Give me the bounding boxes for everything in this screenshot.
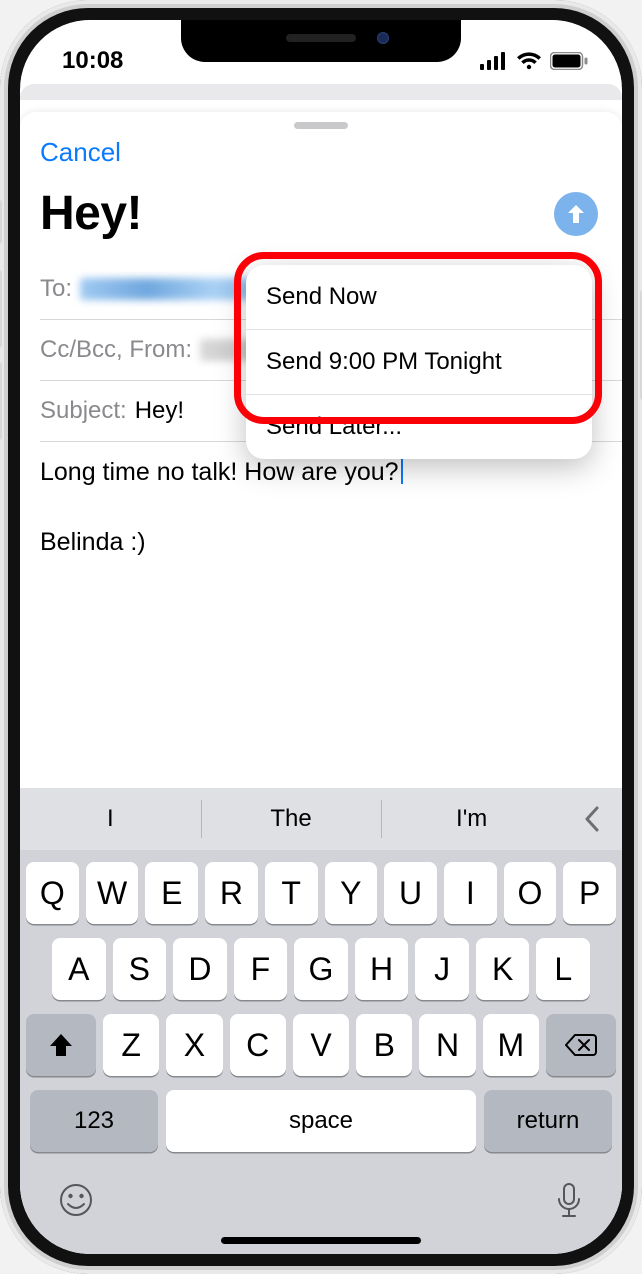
key-j[interactable]: J bbox=[415, 938, 469, 1000]
key-row-2: A S D F G H J K L bbox=[26, 938, 616, 1000]
device-frame: 10:08 Cancel Hey! To: bbox=[0, 0, 642, 1274]
cancel-button[interactable]: Cancel bbox=[40, 137, 121, 168]
key-u[interactable]: U bbox=[384, 862, 437, 924]
chevron-left-icon bbox=[583, 806, 601, 832]
key-o[interactable]: O bbox=[504, 862, 557, 924]
return-key[interactable]: return bbox=[484, 1090, 612, 1152]
key-b[interactable]: B bbox=[356, 1014, 412, 1076]
key-m[interactable]: M bbox=[483, 1014, 539, 1076]
predictive-row: I The I'm bbox=[20, 788, 622, 850]
send-options-menu: Send Now Send 9:00 PM Tonight Send Later… bbox=[246, 265, 592, 459]
collapse-predictions-button[interactable] bbox=[562, 788, 622, 850]
key-v[interactable]: V bbox=[293, 1014, 349, 1076]
key-row-3: Z X C V B N M bbox=[26, 1014, 616, 1076]
numeric-key[interactable]: 123 bbox=[30, 1090, 158, 1152]
backspace-key[interactable] bbox=[546, 1014, 616, 1076]
key-n[interactable]: N bbox=[419, 1014, 475, 1076]
compose-sheet: Cancel Hey! To: Cc/Bcc, From: Subjec bbox=[20, 112, 622, 1254]
mute-switch bbox=[0, 200, 2, 244]
backspace-icon bbox=[565, 1033, 597, 1057]
sheet-backdrop bbox=[20, 84, 622, 100]
key-s[interactable]: S bbox=[113, 938, 167, 1000]
microphone-icon bbox=[554, 1182, 584, 1220]
prediction-1[interactable]: I bbox=[20, 788, 201, 850]
notch bbox=[181, 20, 461, 62]
keyboard-footer bbox=[20, 1166, 622, 1224]
dictation-button[interactable] bbox=[554, 1182, 584, 1220]
key-e[interactable]: E bbox=[145, 862, 198, 924]
wifi-icon bbox=[516, 52, 542, 70]
key-w[interactable]: W bbox=[86, 862, 139, 924]
key-h[interactable]: H bbox=[355, 938, 409, 1000]
key-r[interactable]: R bbox=[205, 862, 258, 924]
menu-item-send-now[interactable]: Send Now bbox=[246, 265, 592, 330]
key-x[interactable]: X bbox=[166, 1014, 222, 1076]
key-p[interactable]: P bbox=[563, 862, 616, 924]
signature: Belinda :) bbox=[40, 526, 602, 560]
earpiece bbox=[286, 34, 356, 42]
arrow-up-icon bbox=[564, 202, 588, 226]
message-body[interactable]: Long time no talk! How are you? Belinda … bbox=[20, 442, 622, 560]
front-camera bbox=[377, 32, 389, 44]
body-line-1: Long time no talk! How are you? bbox=[40, 458, 399, 486]
battery-icon bbox=[550, 52, 588, 70]
key-y[interactable]: Y bbox=[325, 862, 378, 924]
status-time: 10:08 bbox=[20, 47, 123, 75]
compose-title: Hey! bbox=[40, 186, 142, 241]
volume-up-button bbox=[0, 270, 2, 348]
shift-icon bbox=[47, 1031, 75, 1059]
sheet-grabber[interactable] bbox=[294, 122, 348, 129]
keyboard: I The I'm Q W E R T Y U bbox=[20, 788, 622, 1254]
screen: 10:08 Cancel Hey! To: bbox=[20, 20, 622, 1254]
subject-value: Hey! bbox=[135, 397, 184, 425]
key-q[interactable]: Q bbox=[26, 862, 79, 924]
home-indicator[interactable] bbox=[221, 1237, 421, 1244]
volume-down-button bbox=[0, 362, 2, 440]
prediction-3[interactable]: I'm bbox=[381, 788, 562, 850]
key-row-1: Q W E R T Y U I O P bbox=[26, 862, 616, 924]
text-cursor bbox=[401, 458, 403, 484]
ccbcc-label: Cc/Bcc, From: bbox=[40, 336, 192, 364]
key-k[interactable]: K bbox=[476, 938, 530, 1000]
cellular-icon bbox=[480, 52, 508, 70]
key-row-4: 123 space return bbox=[26, 1090, 616, 1152]
to-label: To: bbox=[40, 275, 72, 303]
key-d[interactable]: D bbox=[173, 938, 227, 1000]
menu-item-send-tonight[interactable]: Send 9:00 PM Tonight bbox=[246, 330, 592, 395]
key-c[interactable]: C bbox=[230, 1014, 286, 1076]
key-t[interactable]: T bbox=[265, 862, 318, 924]
menu-item-send-later[interactable]: Send Later... bbox=[246, 395, 592, 459]
key-f[interactable]: F bbox=[234, 938, 288, 1000]
shift-key[interactable] bbox=[26, 1014, 96, 1076]
subject-label: Subject: bbox=[40, 397, 127, 425]
key-i[interactable]: I bbox=[444, 862, 497, 924]
key-g[interactable]: G bbox=[294, 938, 348, 1000]
prediction-2[interactable]: The bbox=[201, 788, 382, 850]
key-z[interactable]: Z bbox=[103, 1014, 159, 1076]
key-a[interactable]: A bbox=[52, 938, 106, 1000]
space-key[interactable]: space bbox=[166, 1090, 476, 1152]
emoji-button[interactable] bbox=[58, 1182, 94, 1220]
key-l[interactable]: L bbox=[536, 938, 590, 1000]
emoji-icon bbox=[58, 1182, 94, 1218]
send-button[interactable] bbox=[554, 192, 598, 236]
